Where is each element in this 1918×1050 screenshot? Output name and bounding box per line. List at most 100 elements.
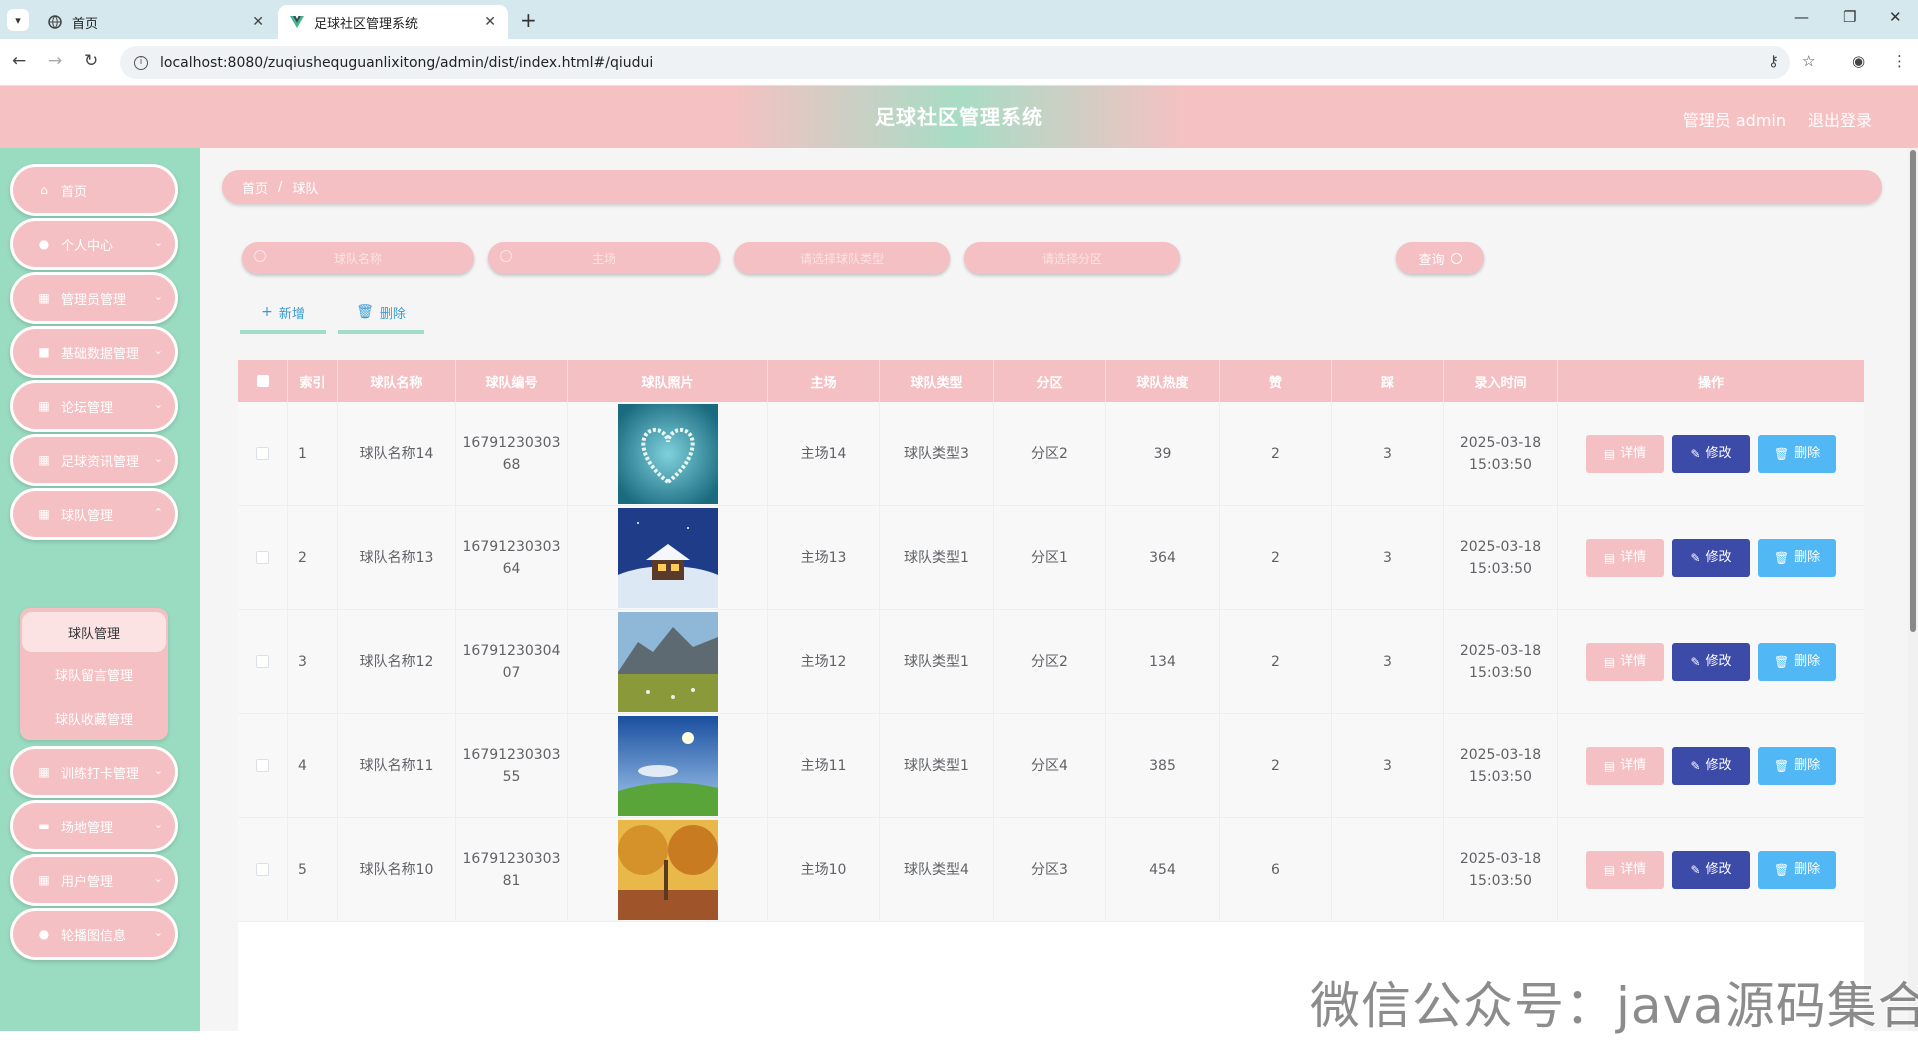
back-icon[interactable]: ← <box>12 51 26 71</box>
plus-icon: + <box>261 304 273 320</box>
profile-icon[interactable]: ◉ <box>1852 52 1865 70</box>
sidebar-item-home[interactable]: ⌂ 首页 <box>10 164 178 216</box>
column-header[interactable]: 球队名称 <box>338 360 456 402</box>
delete-button[interactable]: 🗑 删除 <box>1758 746 1836 785</box>
restore-icon[interactable]: ❐ <box>1843 8 1856 26</box>
sidebar-item-base-data[interactable]: ■ 基础数据管理 ⌄ <box>10 326 178 378</box>
table-cell: 16791230304 07 <box>456 610 568 713</box>
row-checkbox[interactable] <box>256 447 269 460</box>
column-header[interactable]: 主场 <box>768 360 880 402</box>
submenu-item-team[interactable]: 球队管理 <box>22 612 166 652</box>
reload-icon[interactable]: ↻ <box>84 51 98 71</box>
delete-button[interactable]: 🗑 删除 <box>1758 538 1836 577</box>
query-button[interactable]: 查询 <box>1396 242 1484 274</box>
column-header[interactable]: 录入时间 <box>1444 360 1558 402</box>
table-cell: 16791230303 64 <box>456 506 568 609</box>
column-header[interactable]: 球队编号 <box>456 360 568 402</box>
chevron-down-icon: ⌄ <box>153 872 163 885</box>
trash-icon: 🗑 <box>356 304 374 320</box>
query-label: 查询 <box>1418 252 1445 268</box>
column-header[interactable]: 球队照片 <box>568 360 768 402</box>
sidebar-item-training[interactable]: ▦ 训练打卡管理 ⌄ <box>10 746 178 798</box>
team-name-search-input[interactable]: 球队名称 <box>242 242 474 274</box>
column-header[interactable]: 踩 <box>1332 360 1444 402</box>
more-menu-icon[interactable]: ⋮ <box>1892 52 1907 70</box>
column-header[interactable]: 赞 <box>1220 360 1332 402</box>
edit-button[interactable]: ✎ 修改 <box>1672 434 1750 473</box>
new-tab-icon[interactable]: + <box>520 8 537 32</box>
scrollbar-thumb[interactable] <box>1910 150 1916 632</box>
column-header: 操作 <box>1697 375 1724 391</box>
delete-button[interactable]: 🗑 删除 <box>1758 850 1836 889</box>
detail-button[interactable]: ▤ 详情 <box>1586 538 1664 577</box>
browser-tab-active[interactable]: 足球社区管理系统 ✕ <box>278 5 508 39</box>
sidebar-item-forum[interactable]: ▦ 论坛管理 ⌄ <box>10 380 178 432</box>
row-checkbox[interactable] <box>256 655 269 668</box>
batch-delete-button[interactable]: 🗑 删除 <box>338 294 424 334</box>
team-table: 索引 球队名称 球队编号 球队照片 主场 球队类型 分区 球队热度 赞 踩 录入… <box>238 360 1864 1050</box>
detail-button[interactable]: ▤ 详情 <box>1586 642 1664 681</box>
grid-icon: ▦ <box>38 453 50 467</box>
column-header[interactable]: 球队热度 <box>1106 360 1220 402</box>
url-input[interactable]: i localhost:8080/zuqiushequguanlixitong/… <box>120 46 1790 79</box>
zone-select[interactable]: 请选择分区 <box>964 242 1180 274</box>
sidebar-item-profile[interactable]: ● 个人中心 ⌄ <box>10 218 178 270</box>
logout-link[interactable]: 退出登录 <box>1808 107 1872 131</box>
forward-icon[interactable]: → <box>48 51 62 71</box>
chevron-down-icon: ⌄ <box>153 398 163 411</box>
edit-button[interactable]: ✎ 修改 <box>1672 850 1750 889</box>
edit-button[interactable]: ✎ 修改 <box>1672 538 1750 577</box>
table-cell: 39 <box>1106 402 1220 505</box>
detail-button[interactable]: ▤ 详情 <box>1586 434 1664 473</box>
table-cell: 分区4 <box>994 714 1106 817</box>
table-cell: 2 <box>1220 610 1332 713</box>
detail-button[interactable]: ▤ 详情 <box>1586 746 1664 785</box>
delete-button[interactable]: 🗑 删除 <box>1758 434 1836 473</box>
placeholder: 球队名称 <box>333 251 382 266</box>
edit-button[interactable]: ✎ 修改 <box>1672 746 1750 785</box>
add-button[interactable]: + 新增 <box>240 294 326 334</box>
detail-button[interactable]: ▤ 详情 <box>1586 850 1664 889</box>
placeholder: 请选择球队类型 <box>799 251 884 266</box>
sidebar-item-team[interactable]: ▦ 球队管理 ⌃ <box>10 488 178 540</box>
browser-tab-home[interactable]: 首页 ✕ <box>36 5 276 39</box>
select-all-checkbox[interactable] <box>238 360 288 402</box>
trash-icon: 🗑 <box>1773 654 1790 669</box>
column-header[interactable]: 分区 <box>994 360 1106 402</box>
sidebar-item-users[interactable]: ▦ 用户管理 ⌄ <box>10 854 178 906</box>
row-checkbox[interactable] <box>256 759 269 772</box>
close-icon[interactable]: ✕ <box>484 14 496 30</box>
browser-tab-bar: ▾ 首页 ✕ 足球社区管理系统 ✕ + — ❐ ✕ <box>0 0 1918 39</box>
home-search-input[interactable]: 主场 <box>488 242 720 274</box>
column-header[interactable]: 球队类型 <box>880 360 994 402</box>
table-cell: 3 <box>288 610 338 713</box>
table-cell: 6 <box>1220 818 1332 921</box>
sidebar-item-venue[interactable]: ▬ 场地管理 ⌄ <box>10 800 178 852</box>
close-icon[interactable]: ✕ <box>252 14 264 30</box>
current-user-label: 管理员 admin <box>1682 111 1786 130</box>
delete-button[interactable]: 🗑 删除 <box>1758 642 1836 681</box>
star-icon[interactable]: ☆ <box>1802 52 1815 70</box>
breadcrumb-home[interactable]: 首页 <box>242 178 268 197</box>
home-icon: ⌂ <box>40 183 48 197</box>
tab-search-icon[interactable]: ▾ <box>7 9 29 31</box>
detail-label: 详情 <box>1620 549 1647 565</box>
sidebar-item-carousel[interactable]: ● 轮播图信息 ⌄ <box>10 908 178 960</box>
team-type-select[interactable]: 请选择球队类型 <box>734 242 950 274</box>
row-checkbox[interactable] <box>256 551 269 564</box>
edit-button[interactable]: ✎ 修改 <box>1672 642 1750 681</box>
minimize-icon[interactable]: — <box>1794 8 1809 26</box>
site-info-icon[interactable]: i <box>134 55 148 70</box>
submenu-item-team-favorite[interactable]: 球队收藏管理 <box>20 696 168 740</box>
grid-icon: ▦ <box>38 507 50 521</box>
submenu-item-team-message[interactable]: 球队留言管理 <box>20 652 168 696</box>
page-scrollbar[interactable] <box>1908 148 1918 1031</box>
key-icon[interactable]: ⚷ <box>1768 52 1779 70</box>
sidebar-item-admin[interactable]: ▦ 管理员管理 ⌄ <box>10 272 178 324</box>
row-checkbox[interactable] <box>256 863 269 876</box>
window-close-icon[interactable]: ✕ <box>1889 8 1902 26</box>
table-cell: ▤ 详情 ✎ 修改 🗑 删除 <box>1558 402 1864 505</box>
tab-title: 首页 <box>72 16 99 32</box>
column-header[interactable]: 索引 <box>288 360 338 402</box>
sidebar-item-news[interactable]: ▦ 足球资讯管理 ⌄ <box>10 434 178 486</box>
